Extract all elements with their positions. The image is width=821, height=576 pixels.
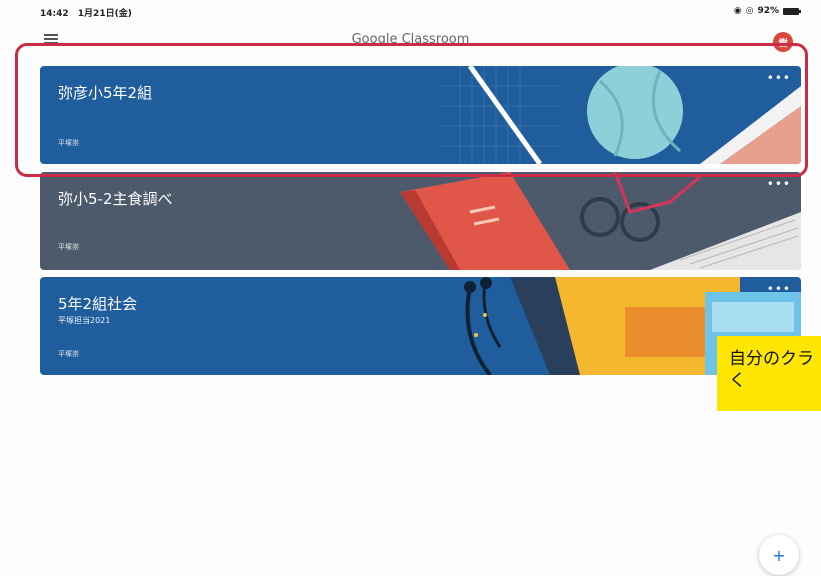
- battery-percent: 92%: [757, 6, 779, 16]
- highlight-annotation: [15, 43, 808, 177]
- class-banner-illustration: [464, 277, 801, 375]
- status-time: 14:42 1月21日(金): [40, 6, 132, 19]
- rotation-lock-icon: ◎: [745, 6, 754, 16]
- class-section: 平塚担当2021: [58, 316, 111, 325]
- class-teacher: 平塚崇: [58, 243, 79, 251]
- annotation-line: く: [729, 371, 746, 391]
- wifi-icon: ◉: [733, 6, 742, 16]
- clock: 14:42: [40, 9, 69, 19]
- annotation-note: 自分のクラ く: [717, 336, 821, 411]
- class-teacher: 平塚崇: [58, 350, 79, 358]
- class-name: 弥小5-2主食調べ: [58, 190, 173, 208]
- class-banner-illustration: [400, 172, 801, 270]
- class-name: 5年2組社会: [58, 295, 138, 313]
- more-options-icon[interactable]: •••: [767, 178, 791, 190]
- annotation-line: 自分のクラ: [729, 349, 814, 369]
- status-indicators: ◉ ◎ 92%: [733, 6, 801, 16]
- more-options-icon[interactable]: •••: [767, 283, 791, 295]
- classroom-home: 14:42 1月21日(金) ◉ ◎ 92% Google Classroom …: [0, 0, 821, 576]
- status-bar: 14:42 1月21日(金) ◉ ◎ 92%: [0, 0, 821, 22]
- add-class-button[interactable]: +: [759, 535, 799, 575]
- date: 1月21日(金): [77, 9, 132, 19]
- class-card[interactable]: 弥小5-2主食調べ 平塚崇 •••: [40, 172, 801, 270]
- battery-icon: [783, 7, 801, 15]
- class-card[interactable]: 5年2組社会 平塚担当2021 平塚崇 •••: [40, 277, 801, 375]
